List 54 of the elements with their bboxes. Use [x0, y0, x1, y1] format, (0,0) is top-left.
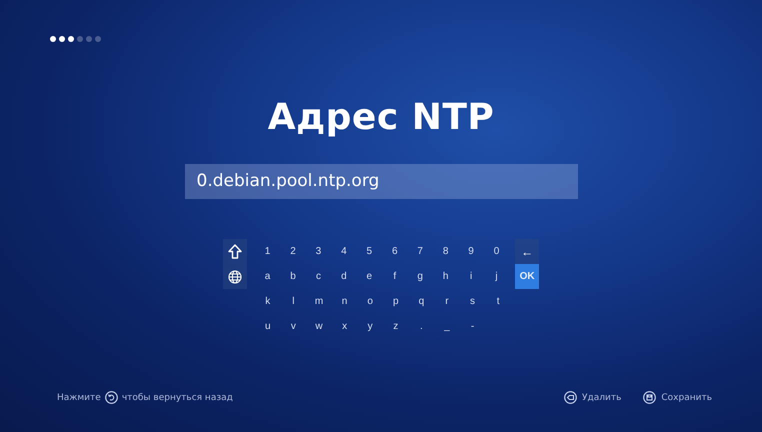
keyboard-key[interactable]: -: [460, 314, 486, 339]
keyboard-key[interactable]: h: [432, 264, 458, 289]
keyboard-key[interactable]: r: [434, 289, 460, 314]
hint-text: чтобы вернуться назад: [122, 392, 233, 402]
keyboard-key[interactable]: 8: [432, 239, 458, 264]
keyboard-key[interactable]: k: [255, 289, 281, 314]
keyboard-key[interactable]: _: [434, 314, 460, 339]
keyboard-key[interactable]: i: [458, 264, 484, 289]
footer-action-label[interactable]: Удалить: [582, 392, 622, 402]
hint-text: Нажмите: [57, 392, 101, 402]
footer-action-label[interactable]: Сохранить: [661, 392, 712, 402]
keyboard-key[interactable]: u: [255, 314, 281, 339]
keyboard-key[interactable]: 7: [407, 239, 433, 264]
keyboard-key[interactable]: t: [485, 289, 511, 314]
keyboard-key[interactable]: 2: [280, 239, 306, 264]
keyboard-key[interactable]: n: [332, 289, 358, 314]
keyboard-key[interactable]: v: [280, 314, 306, 339]
keyboard-key[interactable]: b: [280, 264, 306, 289]
keyboard-key[interactable]: 6: [382, 239, 408, 264]
keyboard-key[interactable]: z: [382, 314, 409, 339]
page-title: Адрес NTP: [268, 96, 494, 140]
keyboard-action-key[interactable]: ←: [515, 239, 540, 264]
keyboard-key[interactable]: 0: [484, 239, 510, 264]
keyboard-key[interactable]: w: [306, 314, 332, 339]
keyboard-key[interactable]: o: [357, 289, 383, 314]
keyboard-action-key[interactable]: OK: [515, 264, 540, 289]
keyboard-key[interactable]: f: [382, 264, 408, 289]
keyboard-key[interactable]: d: [331, 264, 357, 289]
keyboard-key[interactable]: l: [280, 289, 306, 314]
delete-key-icon: [564, 391, 577, 404]
keyboard-key[interactable]: s: [460, 289, 486, 314]
keyboard-key[interactable]: x: [332, 314, 358, 339]
keyboard-key[interactable]: y: [357, 314, 383, 339]
keyboard-key[interactable]: 4: [331, 239, 357, 264]
keyboard-key[interactable]: a: [254, 264, 280, 289]
keyboard-key[interactable]: 5: [356, 239, 382, 264]
address-input-field[interactable]: 0.debian.pool.ntp.org: [184, 164, 578, 199]
keyboard-key[interactable]: g: [407, 264, 433, 289]
keyboard-key[interactable]: c: [306, 264, 332, 289]
shift-key[interactable]: [223, 239, 247, 264]
keyboard-key[interactable]: 1: [254, 239, 280, 264]
globe-icon: [228, 270, 242, 284]
keyboard-key[interactable]: .: [408, 314, 434, 339]
back-button-icon: [104, 391, 118, 404]
keyboard-key[interactable]: p: [382, 289, 409, 314]
save-key-icon: [643, 391, 656, 404]
keyboard-key[interactable]: j: [484, 264, 510, 289]
shift-arrow-icon: [228, 244, 242, 259]
keyboard-key[interactable]: 9: [458, 239, 484, 264]
keyboard-key[interactable]: q: [408, 289, 434, 314]
keyboard-key[interactable]: 3: [306, 239, 332, 264]
keyboard-key[interactable]: m: [306, 289, 332, 314]
language-key[interactable]: [223, 264, 247, 289]
keyboard-key[interactable]: e: [356, 264, 382, 289]
